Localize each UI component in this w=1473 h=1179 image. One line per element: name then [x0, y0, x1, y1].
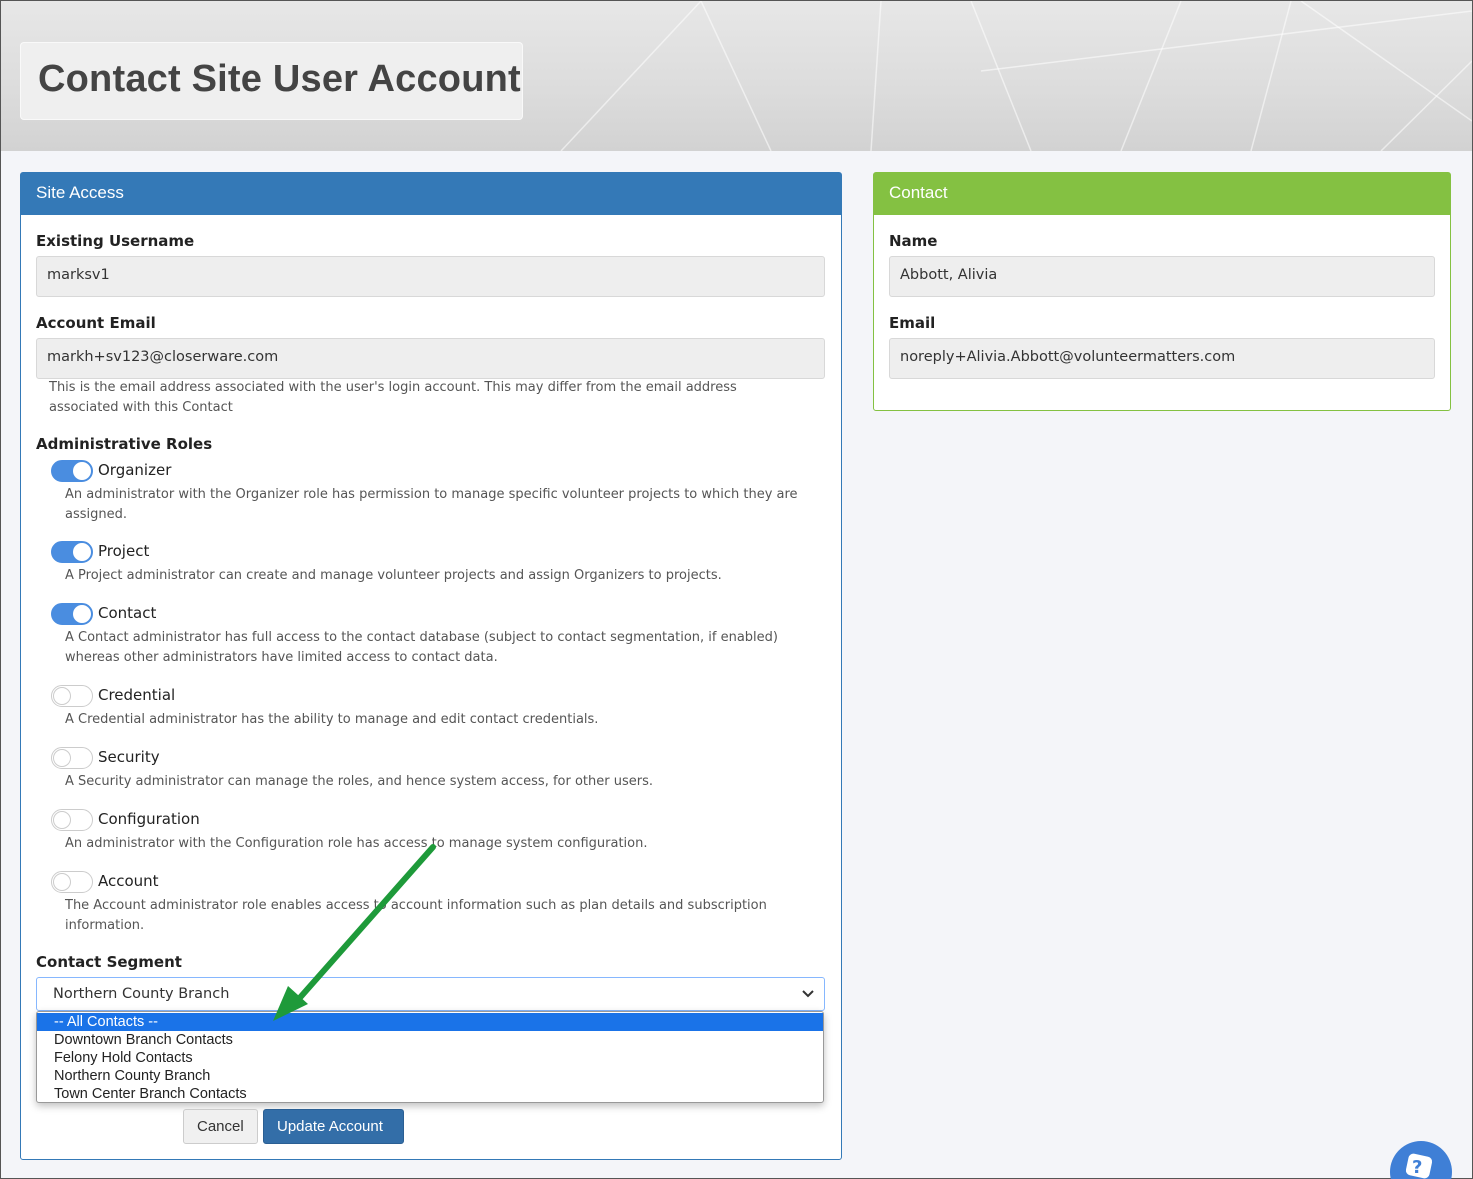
contact-segment-selected-value: Northern County Branch: [53, 986, 230, 1002]
toggle-knob: [53, 873, 71, 891]
role-description-organizer: An administrator with the Organizer role…: [65, 485, 798, 525]
toggle-knob: [53, 811, 71, 829]
role-label-contact: Contact: [98, 604, 157, 622]
page-title: Contact Site User Account: [38, 58, 521, 100]
toggle-security[interactable]: [51, 747, 93, 769]
segment-option[interactable]: Felony Hold Contacts: [37, 1049, 823, 1067]
role-label-project: Project: [98, 542, 150, 560]
role-description-line: information.: [65, 918, 145, 933]
role-description-configuration: An administrator with the Configuration …: [65, 834, 648, 854]
role-description-contact: A Contact administrator has full access …: [65, 628, 778, 668]
contact-name-field[interactable]: Abbott, Alivia: [889, 256, 1435, 297]
role-description-line: The Account administrator role enables a…: [65, 898, 767, 913]
contact-email-field[interactable]: noreply+Alivia.Abbott@volunteermatters.c…: [889, 338, 1435, 379]
toggle-knob: [53, 749, 71, 767]
segment-option[interactable]: -- All Contacts --: [37, 1013, 823, 1031]
role-description-line: A Project administrator can create and m…: [65, 568, 722, 583]
segment-option[interactable]: Northern County Branch: [37, 1067, 823, 1085]
role-description-line: A Credential administrator has the abili…: [65, 712, 599, 727]
role-description-line: A Contact administrator has full access …: [65, 630, 778, 645]
role-description-line: An administrator with the Configuration …: [65, 836, 648, 851]
toggle-knob: [53, 687, 71, 705]
contact-segment-select[interactable]: Northern County Branch: [36, 977, 825, 1011]
role-label-configuration: Configuration: [98, 810, 200, 828]
role-description-line: A Security administrator can manage the …: [65, 774, 654, 789]
role-label-security: Security: [98, 748, 160, 766]
update-account-button[interactable]: Update Account: [263, 1109, 404, 1144]
role-description-account: The Account administrator role enables a…: [65, 896, 767, 936]
toggle-configuration[interactable]: [51, 809, 93, 831]
role-label-organizer: Organizer: [98, 461, 172, 479]
page-header-banner: Contact Site User Account: [1, 1, 1472, 151]
toggle-knob: [73, 605, 91, 623]
contact-email-label: Email: [889, 314, 936, 332]
toggle-organizer[interactable]: [51, 460, 93, 482]
contact-segment-dropdown[interactable]: -- All Contacts -- Downtown Branch Contac…: [36, 1011, 824, 1103]
contact-segment-label: Contact Segment: [36, 953, 182, 971]
toggle-knob: [73, 462, 91, 480]
account-email-label: Account Email: [36, 314, 156, 332]
cancel-button[interactable]: Cancel: [183, 1109, 258, 1144]
role-description-line: whereas other administrators have limite…: [65, 650, 498, 665]
segment-option[interactable]: Downtown Branch Contacts: [37, 1031, 823, 1049]
account-email-field[interactable]: markh+sv123@closerware.com: [36, 338, 825, 379]
page-title-box: Contact Site User Account: [20, 42, 523, 120]
toggle-knob: [73, 543, 91, 561]
site-access-header: Site Access: [21, 173, 841, 215]
role-description-security: A Security administrator can manage the …: [65, 772, 653, 792]
existing-username-label: Existing Username: [36, 232, 195, 250]
help-button[interactable]: ?: [1390, 1141, 1452, 1179]
toggle-account[interactable]: [51, 871, 93, 893]
role-description-project: A Project administrator can create and m…: [65, 566, 722, 586]
role-label-credential: Credential: [98, 686, 176, 704]
role-label-account: Account: [98, 872, 159, 890]
administrative-roles-label: Administrative Roles: [36, 435, 213, 453]
existing-username-field[interactable]: marksv1: [36, 256, 825, 297]
toggle-contact[interactable]: [51, 603, 93, 625]
chevron-down-icon: [798, 983, 818, 1007]
contact-name-label: Name: [889, 232, 938, 250]
svg-text:?: ?: [1412, 1157, 1422, 1178]
account-email-help: This is the email address associated wit…: [49, 378, 737, 418]
role-description-credential: A Credential administrator has the abili…: [65, 710, 598, 730]
account-email-help-line-1: This is the email address associated wit…: [49, 380, 737, 395]
toggle-project[interactable]: [51, 541, 93, 563]
role-description-line: assigned.: [65, 507, 127, 522]
toggle-credential[interactable]: [51, 685, 93, 707]
segment-option[interactable]: Town Center Branch Contacts: [37, 1085, 823, 1103]
contact-header: Contact: [874, 173, 1450, 215]
account-email-help-line-2: associated with this Contact: [49, 400, 233, 415]
role-description-line: An administrator with the Organizer role…: [65, 487, 798, 502]
